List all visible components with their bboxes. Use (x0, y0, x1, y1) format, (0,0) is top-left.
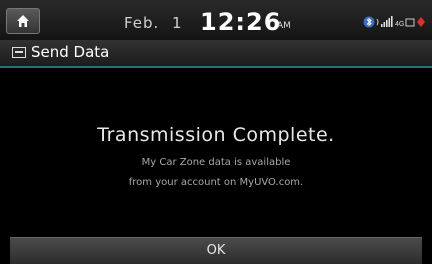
clock-time: 12:26 (200, 8, 282, 36)
screen-title: Send Data (31, 43, 110, 61)
network-icon: 4G (395, 18, 415, 28)
date-month: Feb. (124, 14, 160, 32)
send-data-icon (12, 47, 26, 58)
status-bar: Feb. 1 12:26 AM 4G (0, 0, 432, 40)
message-line-2: from your account on MyUVO.com. (128, 177, 304, 188)
signal-icon (376, 16, 393, 27)
home-button[interactable] (6, 8, 40, 34)
title-bar: Send Data (0, 40, 432, 68)
svg-text:4G: 4G (395, 21, 404, 28)
message-title: Transmission Complete. (97, 124, 335, 146)
ok-button[interactable]: OK (10, 237, 422, 264)
bluetooth-icon (363, 16, 375, 28)
home-icon (17, 15, 29, 27)
date-day: 1 (172, 14, 182, 32)
clock-ampm: AM (277, 21, 291, 31)
battery-icon (417, 17, 425, 27)
message-line-1: My Car Zone data is available (141, 157, 291, 168)
status-icons: 4G (363, 14, 427, 33)
